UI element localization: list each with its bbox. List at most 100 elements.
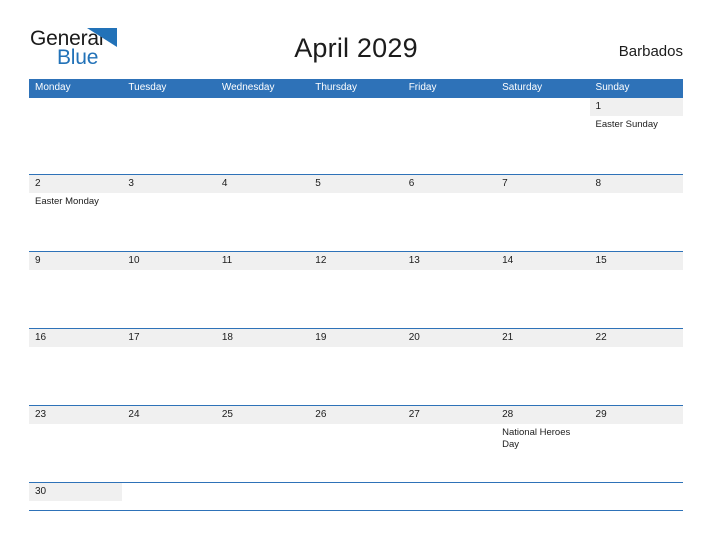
day-number: 1 bbox=[589, 98, 683, 116]
day-number bbox=[29, 98, 123, 116]
day-cell-30[interactable]: 30 bbox=[29, 483, 123, 501]
calendar-page: General Blue April 2029 Barbados Monday T… bbox=[0, 0, 712, 550]
country-label: Barbados bbox=[618, 43, 683, 60]
day-cell-17[interactable]: 17 bbox=[122, 329, 216, 396]
weekday-header-thursday: Thursday bbox=[315, 82, 357, 93]
day-cell-15[interactable]: 15 bbox=[589, 252, 683, 319]
day-cell-28[interactable]: 28 National Heroes Day bbox=[496, 406, 590, 473]
day-cell-4[interactable]: 4 bbox=[215, 175, 310, 242]
day-number: 16 bbox=[29, 329, 123, 347]
holiday-event: Easter Monday bbox=[35, 196, 99, 207]
day-number: 5 bbox=[309, 175, 403, 193]
day-cell-9[interactable]: 9 bbox=[29, 252, 123, 319]
day-number bbox=[215, 483, 310, 501]
day-cell-16[interactable]: 16 bbox=[29, 329, 123, 396]
calendar-week-row: 16 17 18 19 20 21 22 bbox=[29, 328, 683, 396]
day-cell-empty bbox=[309, 98, 403, 165]
day-number bbox=[215, 98, 310, 116]
day-number bbox=[496, 98, 590, 116]
day-cell-14[interactable]: 14 bbox=[496, 252, 590, 319]
calendar-week-row: 9 10 11 12 13 14 15 bbox=[29, 251, 683, 319]
day-number: 28 bbox=[496, 406, 590, 424]
day-number bbox=[589, 483, 683, 501]
day-cell-23[interactable]: 23 bbox=[29, 406, 123, 473]
day-cell-empty bbox=[122, 483, 216, 501]
day-cell-10[interactable]: 10 bbox=[122, 252, 216, 319]
day-cell-1[interactable]: 1 Easter Sunday bbox=[589, 98, 683, 165]
day-number: 13 bbox=[402, 252, 497, 270]
day-cell-empty bbox=[402, 483, 497, 501]
day-cell-29[interactable]: 29 bbox=[589, 406, 683, 473]
day-cell-empty bbox=[589, 483, 683, 501]
weekday-header-sunday: Sunday bbox=[595, 82, 630, 93]
day-number: 3 bbox=[122, 175, 216, 193]
day-cell-5[interactable]: 5 bbox=[309, 175, 403, 242]
weekday-header-tuesday: Tuesday bbox=[128, 82, 167, 93]
day-number: 6 bbox=[402, 175, 497, 193]
day-cell-empty bbox=[122, 98, 216, 165]
day-cell-empty bbox=[29, 98, 123, 165]
day-number bbox=[122, 98, 216, 116]
day-cell-8[interactable]: 8 bbox=[589, 175, 683, 242]
day-cell-20[interactable]: 20 bbox=[402, 329, 497, 396]
day-cell-empty bbox=[215, 98, 310, 165]
day-cell-2[interactable]: 2 Easter Monday bbox=[29, 175, 123, 242]
day-number: 8 bbox=[589, 175, 683, 193]
day-cell-6[interactable]: 6 bbox=[402, 175, 497, 242]
day-number: 20 bbox=[402, 329, 497, 347]
day-number: 4 bbox=[215, 175, 310, 193]
day-number: 12 bbox=[309, 252, 403, 270]
day-cell-empty bbox=[496, 98, 590, 165]
weekday-header-monday: Monday bbox=[35, 82, 71, 93]
day-events: Easter Sunday bbox=[590, 116, 683, 131]
calendar-grid: Monday Tuesday Wednesday Thursday Friday Satu… bbox=[29, 79, 683, 511]
day-number: 30 bbox=[29, 483, 123, 501]
calendar-week-row: 2 Easter Monday 3 4 5 6 7 8 bbox=[29, 174, 683, 242]
day-events: Easter Monday bbox=[29, 193, 122, 208]
day-number: 24 bbox=[122, 406, 216, 424]
day-cell-26[interactable]: 26 bbox=[309, 406, 403, 473]
calendar-week-row: 23 24 25 26 27 28 National Heroes Day 29 bbox=[29, 405, 683, 473]
day-cell-27[interactable]: 27 bbox=[402, 406, 497, 473]
day-number bbox=[402, 483, 497, 501]
day-number: 23 bbox=[29, 406, 123, 424]
day-number: 10 bbox=[122, 252, 216, 270]
holiday-event: National Heroes Day bbox=[502, 427, 571, 450]
day-events: National Heroes Day bbox=[496, 424, 589, 451]
day-number: 19 bbox=[309, 329, 403, 347]
day-number: 27 bbox=[402, 406, 497, 424]
day-number: 7 bbox=[496, 175, 590, 193]
day-cell-22[interactable]: 22 bbox=[589, 329, 683, 396]
day-number bbox=[309, 483, 403, 501]
weekday-header-saturday: Saturday bbox=[502, 82, 543, 93]
day-cell-25[interactable]: 25 bbox=[215, 406, 310, 473]
holiday-event: Easter Sunday bbox=[595, 119, 658, 130]
day-cell-24[interactable]: 24 bbox=[122, 406, 216, 473]
day-cell-empty bbox=[496, 483, 590, 501]
calendar-weeks: 1 Easter Sunday 2 Easter Monday 3 4 5 6 7 8 9 10 11 1… bbox=[29, 97, 683, 501]
day-cell-empty bbox=[309, 483, 403, 501]
day-number: 15 bbox=[589, 252, 683, 270]
day-cell-18[interactable]: 18 bbox=[215, 329, 310, 396]
day-number bbox=[402, 98, 497, 116]
day-cell-7[interactable]: 7 bbox=[496, 175, 590, 242]
day-number: 2 bbox=[29, 175, 123, 193]
calendar-week-row: 30 bbox=[29, 482, 683, 501]
day-number: 26 bbox=[309, 406, 403, 424]
calendar-bottom-border bbox=[29, 510, 683, 511]
day-cell-empty bbox=[215, 483, 310, 501]
day-number: 25 bbox=[215, 406, 310, 424]
day-cell-12[interactable]: 12 bbox=[309, 252, 403, 319]
weekday-header-friday: Friday bbox=[408, 82, 437, 93]
day-number bbox=[309, 98, 403, 116]
weekday-header-wednesday: Wednesday bbox=[221, 82, 275, 93]
day-cell-13[interactable]: 13 bbox=[402, 252, 497, 319]
day-cell-21[interactable]: 21 bbox=[496, 329, 590, 396]
day-cell-3[interactable]: 3 bbox=[122, 175, 216, 242]
day-cell-19[interactable]: 19 bbox=[309, 329, 403, 396]
day-number: 17 bbox=[122, 329, 216, 347]
day-number bbox=[122, 483, 216, 501]
day-cell-11[interactable]: 11 bbox=[215, 252, 310, 319]
day-number: 14 bbox=[496, 252, 590, 270]
day-number: 9 bbox=[29, 252, 123, 270]
